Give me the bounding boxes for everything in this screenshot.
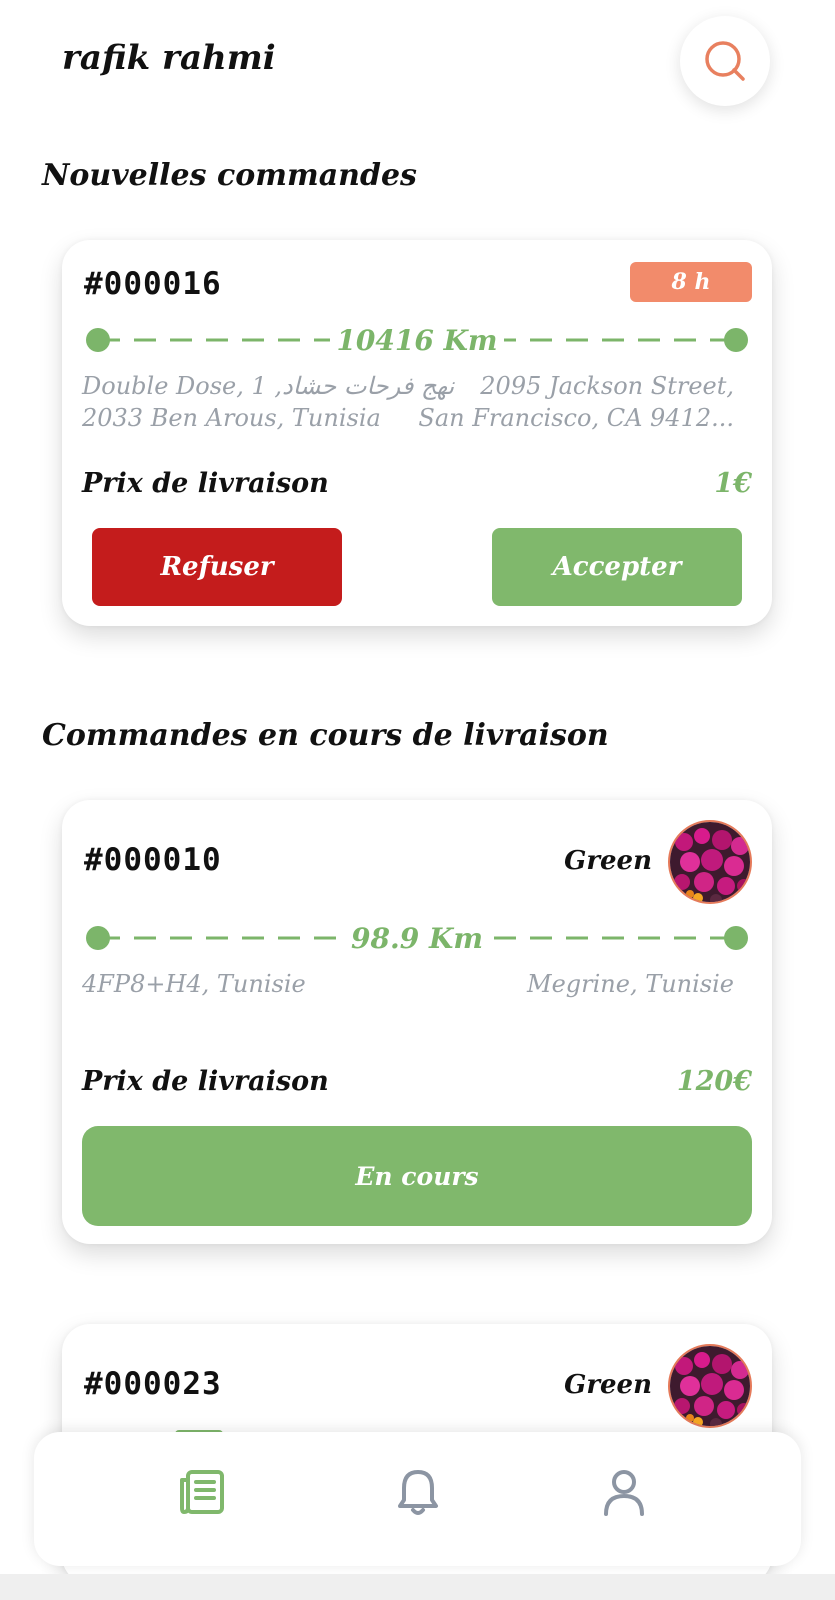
user-icon (604, 1470, 644, 1516)
dropoff-address: Megrine, Tunisie (527, 970, 734, 998)
accept-button[interactable]: Accepter (492, 528, 742, 606)
order-id: #000023 (84, 1366, 222, 1402)
shop-avatar[interactable] (668, 820, 752, 904)
bell-icon (398, 1470, 438, 1515)
pickup-address: Double Dose, 1 ,نهج فرحات حشاد 2033 Ben … (82, 370, 454, 434)
flowers-image (670, 1346, 750, 1426)
route-line: 98.9 Km (84, 918, 750, 958)
shop-avatar[interactable] (668, 1344, 752, 1428)
dropoff-address: 2095 Jackson Street, San Francisco, CA 9… (418, 370, 734, 434)
pickup-address-line2: 2033 Ben Arous, Tunisia (82, 404, 381, 432)
distance-label: 98.9 Km (345, 921, 489, 955)
time-badge: 8 h (630, 262, 752, 302)
search-icon (705, 41, 745, 81)
price-value: 120€ (676, 1066, 752, 1097)
bottom-navigation (34, 1432, 801, 1566)
shop-name: Green (564, 846, 652, 876)
price-label: Prix de livraison (82, 1066, 329, 1097)
nav-notifications[interactable] (388, 1462, 448, 1522)
search-button[interactable] (680, 16, 770, 106)
flowers-image (670, 822, 750, 902)
order-id: #000016 (84, 266, 222, 302)
dropoff-address-line1: 2095 Jackson Street, (480, 372, 734, 400)
pickup-address-line1: Double Dose, 1 ,نهج فرحات حشاد (82, 372, 455, 400)
nav-profile[interactable] (594, 1462, 654, 1522)
in-delivery-title: Commandes en cours de livraison (42, 718, 609, 753)
app-header: rafik rahmi (0, 0, 835, 120)
in-progress-button[interactable]: En cours (82, 1126, 752, 1226)
new-orders-title: Nouvelles commandes (42, 158, 417, 193)
dropoff-address-line2: San Francisco, CA 9412... (418, 404, 734, 432)
nav-orders[interactable] (174, 1462, 234, 1522)
new-order-card[interactable]: #000016 8 h 10416 Km Double Dose, 1 ,نهج… (62, 240, 772, 626)
price-value: 1€ (714, 468, 752, 499)
price-label: Prix de livraison (82, 468, 329, 499)
order-id: #000010 (84, 842, 222, 878)
user-name: rafik rahmi (62, 38, 276, 78)
delivery-order-card[interactable]: #000010 Green 98.9 Km 4FP8+H4, Tunisie M… (62, 800, 772, 1244)
refuse-button[interactable]: Refuser (92, 528, 342, 606)
shop-name: Green (564, 1370, 652, 1400)
system-bar (0, 1574, 835, 1600)
route-line: 10416 Km (84, 320, 750, 360)
distance-label: 10416 Km (330, 323, 504, 357)
orders-icon (180, 1470, 224, 1514)
pickup-address: 4FP8+H4, Tunisie (82, 970, 306, 998)
